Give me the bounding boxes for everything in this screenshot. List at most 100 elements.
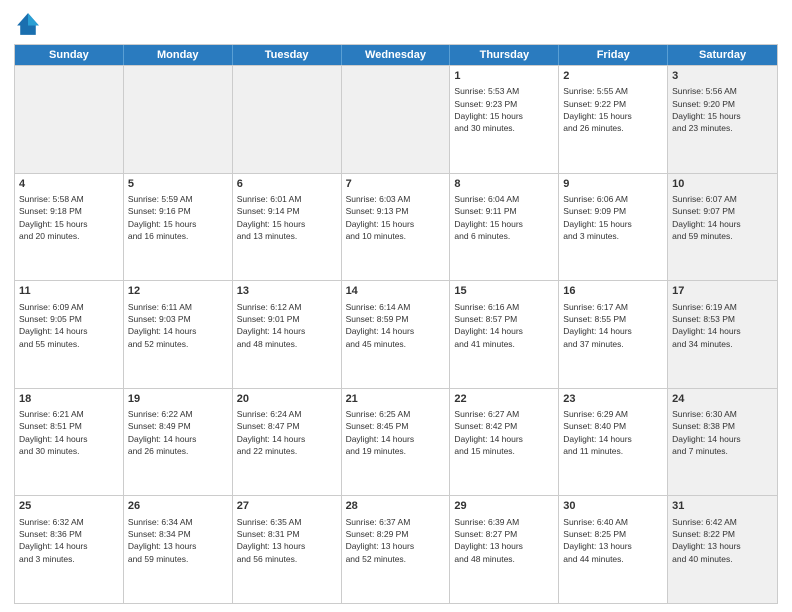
cal-cell-15: 15 Sunrise: 6:16 AMSunset: 8:57 PMDayligh… (450, 281, 559, 388)
day-number: 27 (237, 499, 337, 514)
header-day-sunday: Sunday (15, 45, 124, 65)
day-info: Sunrise: 6:19 AMSunset: 8:53 PMDaylight:… (672, 301, 773, 350)
day-info: Sunrise: 6:29 AMSunset: 8:40 PMDaylight:… (563, 408, 663, 457)
day-number: 15 (454, 284, 554, 299)
header-day-wednesday: Wednesday (342, 45, 451, 65)
day-number: 8 (454, 177, 554, 192)
day-number: 21 (346, 392, 446, 407)
day-info: Sunrise: 6:42 AMSunset: 8:22 PMDaylight:… (672, 516, 773, 565)
cal-cell-30: 30Sunrise: 6:40 AMSunset: 8:25 PMDayligh… (559, 496, 668, 603)
day-number: 4 (19, 177, 119, 192)
cal-cell-10: 10Sunrise: 6:07 AMSunset: 9:07 PMDayligh… (668, 174, 777, 281)
day-info: Sunrise: 6:06 AMSunset: 9:09 PMDaylight:… (563, 193, 663, 242)
day-number: 22 (454, 392, 554, 407)
cal-cell-16: 16 Sunrise: 6:17 AMSunset: 8:55 PMDayligh… (559, 281, 668, 388)
day-number: 28 (346, 499, 446, 514)
day-number: 10 (672, 177, 773, 192)
header-day-saturday: Saturday (668, 45, 777, 65)
day-number: 19 (128, 392, 228, 407)
day-info: Sunrise: 6:27 AMSunset: 8:42 PMDaylight:… (454, 408, 554, 457)
calendar: SundayMondayTuesdayWednesdayThursdayFrid… (14, 44, 778, 604)
cal-cell-24: 24Sunrise: 6:30 AMSunset: 8:38 PMDayligh… (668, 389, 777, 496)
day-number: 13 (237, 284, 337, 299)
day-info: Sunrise: 6:35 AMSunset: 8:31 PMDaylight:… (237, 516, 337, 565)
header-day-monday: Monday (124, 45, 233, 65)
day-info: Sunrise: 6:12 AMSunset: 9:01 PMDaylight:… (237, 301, 337, 350)
cal-cell-3: 3Sunrise: 5:56 AMSunset: 9:20 PMDaylight… (668, 66, 777, 173)
cal-cell-8: 8Sunrise: 6:04 AMSunset: 9:11 PMDaylight… (450, 174, 559, 281)
cal-cell-11: 11 Sunrise: 6:09 AMSunset: 9:05 PMDayligh… (15, 281, 124, 388)
cal-cell-26: 26 Sunrise: 6:34 AMSunset: 8:34 PMDayligh… (124, 496, 233, 603)
day-info: Sunrise: 6:40 AMSunset: 8:25 PMDaylight:… (563, 516, 663, 565)
day-info: Sunrise: 6:03 AMSunset: 9:13 PMDaylight:… (346, 193, 446, 242)
week-row-1: 4Sunrise: 5:58 AMSunset: 9:18 PMDaylight… (15, 173, 777, 281)
day-number: 24 (672, 392, 773, 407)
cal-cell-6: 6Sunrise: 6:01 AMSunset: 9:14 PMDaylight… (233, 174, 342, 281)
cal-cell-27: 27 Sunrise: 6:35 AMSunset: 8:31 PMDayligh… (233, 496, 342, 603)
header-day-thursday: Thursday (450, 45, 559, 65)
day-info: Sunrise: 6:01 AMSunset: 9:14 PMDaylight:… (237, 193, 337, 242)
day-number: 26 (128, 499, 228, 514)
day-info: Sunrise: 6:34 AMSunset: 8:34 PMDaylight:… (128, 516, 228, 565)
day-number: 25 (19, 499, 119, 514)
day-number: 14 (346, 284, 446, 299)
cal-cell-5: 5Sunrise: 5:59 AMSunset: 9:16 PMDaylight… (124, 174, 233, 281)
day-number: 5 (128, 177, 228, 192)
day-info: Sunrise: 6:14 AMSunset: 8:59 PMDaylight:… (346, 301, 446, 350)
cal-cell-empty-0-1 (124, 66, 233, 173)
cal-cell-22: 22Sunrise: 6:27 AMSunset: 8:42 PMDayligh… (450, 389, 559, 496)
day-info: Sunrise: 5:53 AMSunset: 9:23 PMDaylight:… (454, 85, 554, 134)
cal-cell-2: 2Sunrise: 5:55 AMSunset: 9:22 PMDaylight… (559, 66, 668, 173)
cal-cell-12: 12 Sunrise: 6:11 AMSunset: 9:03 PMDayligh… (124, 281, 233, 388)
page: SundayMondayTuesdayWednesdayThursdayFrid… (0, 0, 792, 612)
day-info: Sunrise: 6:21 AMSunset: 8:51 PMDaylight:… (19, 408, 119, 457)
week-row-4: 25 Sunrise: 6:32 AMSunset: 8:36 PMDayligh… (15, 495, 777, 603)
day-info: Sunrise: 6:07 AMSunset: 9:07 PMDaylight:… (672, 193, 773, 242)
cal-cell-1: 1Sunrise: 5:53 AMSunset: 9:23 PMDaylight… (450, 66, 559, 173)
day-number: 29 (454, 499, 554, 514)
calendar-body: 1Sunrise: 5:53 AMSunset: 9:23 PMDaylight… (15, 65, 777, 603)
week-row-3: 18Sunrise: 6:21 AMSunset: 8:51 PMDayligh… (15, 388, 777, 496)
logo (14, 10, 46, 38)
day-number: 20 (237, 392, 337, 407)
day-info: Sunrise: 6:24 AMSunset: 8:47 PMDaylight:… (237, 408, 337, 457)
cal-cell-13: 13 Sunrise: 6:12 AMSunset: 9:01 PMDayligh… (233, 281, 342, 388)
header (14, 10, 778, 38)
day-info: Sunrise: 6:09 AMSunset: 9:05 PMDaylight:… (19, 301, 119, 350)
cal-cell-21: 21Sunrise: 6:25 AMSunset: 8:45 PMDayligh… (342, 389, 451, 496)
cal-cell-4: 4Sunrise: 5:58 AMSunset: 9:18 PMDaylight… (15, 174, 124, 281)
cal-cell-empty-0-3 (342, 66, 451, 173)
cal-cell-19: 19Sunrise: 6:22 AMSunset: 8:49 PMDayligh… (124, 389, 233, 496)
day-info: Sunrise: 6:39 AMSunset: 8:27 PMDaylight:… (454, 516, 554, 565)
cal-cell-14: 14 Sunrise: 6:14 AMSunset: 8:59 PMDayligh… (342, 281, 451, 388)
cal-cell-31: 31Sunrise: 6:42 AMSunset: 8:22 PMDayligh… (668, 496, 777, 603)
day-info: Sunrise: 6:17 AMSunset: 8:55 PMDaylight:… (563, 301, 663, 350)
day-number: 12 (128, 284, 228, 299)
cal-cell-7: 7Sunrise: 6:03 AMSunset: 9:13 PMDaylight… (342, 174, 451, 281)
day-info: Sunrise: 5:56 AMSunset: 9:20 PMDaylight:… (672, 85, 773, 134)
day-info: Sunrise: 6:04 AMSunset: 9:11 PMDaylight:… (454, 193, 554, 242)
day-number: 2 (563, 69, 663, 84)
week-row-0: 1Sunrise: 5:53 AMSunset: 9:23 PMDaylight… (15, 65, 777, 173)
cal-cell-9: 9Sunrise: 6:06 AMSunset: 9:09 PMDaylight… (559, 174, 668, 281)
day-number: 16 (563, 284, 663, 299)
day-info: Sunrise: 6:22 AMSunset: 8:49 PMDaylight:… (128, 408, 228, 457)
week-row-2: 11 Sunrise: 6:09 AMSunset: 9:05 PMDayligh… (15, 280, 777, 388)
day-info: Sunrise: 6:30 AMSunset: 8:38 PMDaylight:… (672, 408, 773, 457)
day-number: 11 (19, 284, 119, 299)
cal-cell-23: 23Sunrise: 6:29 AMSunset: 8:40 PMDayligh… (559, 389, 668, 496)
cal-cell-18: 18Sunrise: 6:21 AMSunset: 8:51 PMDayligh… (15, 389, 124, 496)
cal-cell-28: 28 Sunrise: 6:37 AMSunset: 8:29 PMDayligh… (342, 496, 451, 603)
day-number: 7 (346, 177, 446, 192)
cal-cell-17: 17 Sunrise: 6:19 AMSunset: 8:53 PMDayligh… (668, 281, 777, 388)
day-info: Sunrise: 5:58 AMSunset: 9:18 PMDaylight:… (19, 193, 119, 242)
day-info: Sunrise: 6:37 AMSunset: 8:29 PMDaylight:… (346, 516, 446, 565)
day-number: 23 (563, 392, 663, 407)
header-day-friday: Friday (559, 45, 668, 65)
day-number: 17 (672, 284, 773, 299)
day-number: 6 (237, 177, 337, 192)
day-info: Sunrise: 6:32 AMSunset: 8:36 PMDaylight:… (19, 516, 119, 565)
day-info: Sunrise: 6:11 AMSunset: 9:03 PMDaylight:… (128, 301, 228, 350)
cal-cell-empty-0-2 (233, 66, 342, 173)
day-info: Sunrise: 6:16 AMSunset: 8:57 PMDaylight:… (454, 301, 554, 350)
